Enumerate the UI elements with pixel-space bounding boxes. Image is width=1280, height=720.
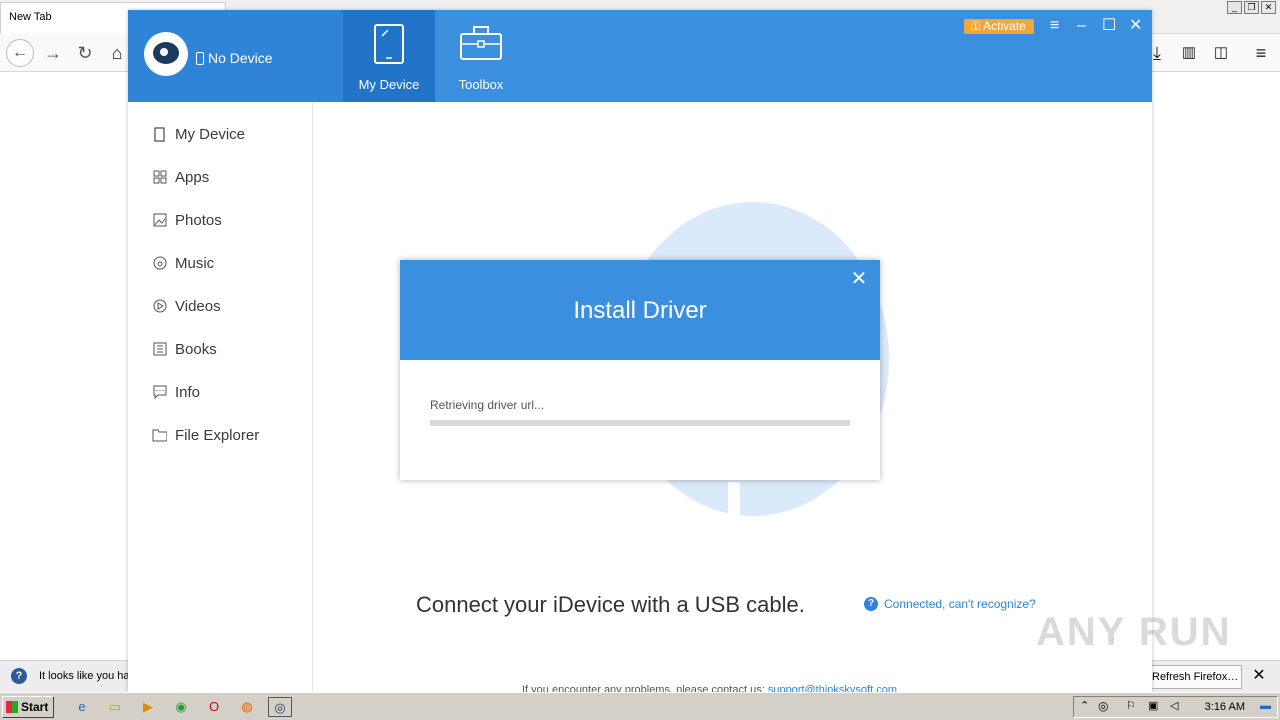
question-icon: ? <box>11 668 27 684</box>
close-icon[interactable]: ✕ <box>850 269 868 289</box>
phone-icon <box>374 24 404 64</box>
device-icon <box>152 126 167 142</box>
photo-icon <box>152 213 167 228</box>
device-status-label: No Device <box>208 50 273 66</box>
sidebar: My Device Apps Photos Music Videos Books… <box>128 102 313 692</box>
sidebar-item-info[interactable]: Info <box>152 381 200 403</box>
volume-icon[interactable]: ◁ <box>1170 699 1178 712</box>
back-icon[interactable]: ← <box>6 39 34 67</box>
windows-logo-icon <box>6 701 18 713</box>
sidebar-item-music[interactable]: Music <box>152 252 214 274</box>
music-icon <box>152 256 167 271</box>
activate-button[interactable]: ⚿ Activate <box>964 18 1034 34</box>
sidebar-item-file-explorer[interactable]: File Explorer <box>152 424 259 446</box>
notification-text: It looks like you ha <box>39 670 129 682</box>
app-brand-area: No Device <box>128 10 343 102</box>
book-icon <box>152 342 167 357</box>
key-icon: ⚿ <box>971 18 981 33</box>
sidebar-item-label: Books <box>175 340 217 358</box>
folder-icon <box>152 428 167 443</box>
help-link-label: Connected, can't recognize? <box>884 597 1036 611</box>
ie-icon[interactable]: e <box>70 697 94 717</box>
sidebar-item-label: File Explorer <box>175 426 260 444</box>
tab-toolbox[interactable]: Toolbox <box>435 10 527 102</box>
sidebar-item-my-device[interactable]: My Device <box>152 123 245 145</box>
close-button[interactable]: ✕ <box>1261 1 1276 14</box>
media-player-icon[interactable]: ▶ <box>136 697 160 717</box>
help-icon: ? <box>864 597 878 611</box>
app-header: No Device My Device Toolbox ⚿ Activate ≡ … <box>128 10 1152 102</box>
start-label: Start <box>21 700 49 714</box>
chrome-icon[interactable]: ◉ <box>169 697 193 717</box>
sidebar-item-photos[interactable]: Photos <box>152 209 222 231</box>
close-icon[interactable]: ✕ <box>1129 18 1142 34</box>
info-chat-icon <box>152 385 167 400</box>
browser-tab-title: New Tab <box>9 11 52 23</box>
dialog-header: Install Driver ✕ <box>400 260 880 360</box>
activate-label: Activate <box>983 18 1026 33</box>
itools-tray-icon[interactable]: ◎ <box>1098 699 1108 713</box>
maximize-icon[interactable]: ☐ <box>1102 18 1116 34</box>
video-icon <box>152 299 167 314</box>
install-driver-dialog: Install Driver ✕ Retrieving driver url..… <box>400 260 880 480</box>
footer-text: If you encounter any problems, please co… <box>522 684 765 692</box>
browser-window-controls: _ ❐ ✕ <box>1227 1 1276 14</box>
clock: 3:16 AM <box>1204 701 1245 713</box>
usb-cable-illustration <box>728 482 740 522</box>
firefox-icon[interactable]: ◍ <box>235 697 259 717</box>
device-status: No Device <box>196 50 273 66</box>
sidebar-item-label: Apps <box>175 168 210 186</box>
reload-icon[interactable]: ↻ <box>72 40 98 66</box>
sidebar-item-videos[interactable]: Videos <box>152 295 221 317</box>
sidebar-toggle-icon[interactable]: ◫ <box>1208 40 1234 66</box>
sidebar-item-label: Videos <box>175 297 221 315</box>
apps-grid-icon <box>152 170 167 185</box>
minimize-button[interactable]: _ <box>1227 1 1242 14</box>
menu-icon[interactable]: ≡ <box>1248 40 1274 66</box>
sidebar-item-label: My Device <box>175 125 246 143</box>
help-link[interactable]: ? Connected, can't recognize? <box>864 597 1036 611</box>
start-button[interactable]: Start <box>2 696 54 718</box>
connect-instruction: Connect your iDevice with a USB cable. <box>416 592 805 617</box>
tab-my-device-label: My Device <box>358 77 420 92</box>
sidebar-item-label: Music <box>175 254 215 272</box>
menu-icon[interactable]: ≡ <box>1048 18 1061 34</box>
close-icon[interactable]: ✕ <box>1250 667 1268 685</box>
flag-icon[interactable]: ⚐ <box>1126 699 1136 712</box>
sidebar-item-label: Info <box>175 383 201 401</box>
footer-contact: If you encounter any problems, please co… <box>522 684 897 692</box>
restore-button[interactable]: ❐ <box>1244 1 1259 14</box>
sidebar-item-books[interactable]: Books <box>152 338 217 360</box>
system-tray: ⌃ ◎ ⚐ ▣ ◁ 3:16 AM ▬ <box>1073 696 1278 718</box>
minimize-icon[interactable]: – <box>1075 18 1088 34</box>
sidebar-item-label: Photos <box>175 211 222 229</box>
forward-icon[interactable]: → <box>40 40 66 66</box>
explorer-folder-icon[interactable]: ▭ <box>103 697 127 717</box>
dialog-title: Install Driver <box>573 297 707 324</box>
show-desktop-icon[interactable]: ▬ <box>1260 700 1271 712</box>
tray-expand-icon[interactable]: ⌃ <box>1080 699 1089 712</box>
network-icon[interactable]: ▣ <box>1148 699 1158 712</box>
tab-toolbox-label: Toolbox <box>458 77 504 92</box>
app-logo-icon <box>144 32 188 76</box>
refresh-firefox-button[interactable]: Refresh Firefox… <box>1147 665 1242 689</box>
library-icon[interactable]: ▥ <box>1176 40 1202 66</box>
dialog-status: Retrieving driver url... <box>430 398 545 412</box>
plug-icon <box>196 51 204 65</box>
quick-launch: e ▭ ▶ ◉ O ◍ ◎ <box>70 697 292 717</box>
home-icon[interactable]: ⌂ <box>104 40 130 66</box>
toolbox-icon <box>460 26 502 60</box>
support-email-link[interactable]: support@thinkskysoft.com <box>768 684 897 692</box>
opera-icon[interactable]: O <box>202 697 226 717</box>
progress-bar <box>430 420 850 426</box>
sidebar-item-apps[interactable]: Apps <box>152 166 209 188</box>
tab-my-device[interactable]: My Device <box>343 10 435 102</box>
header-controls: ⚿ Activate ≡ – ☐ ✕ <box>964 18 1142 34</box>
watermark: ANY RUN <box>1036 610 1232 654</box>
itools-taskbar-icon[interactable]: ◎ <box>268 697 292 717</box>
taskbar: Start e ▭ ▶ ◉ O ◍ ◎ ⌃ ◎ ⚐ ▣ ◁ 3:16 AM ▬ <box>0 692 1280 720</box>
